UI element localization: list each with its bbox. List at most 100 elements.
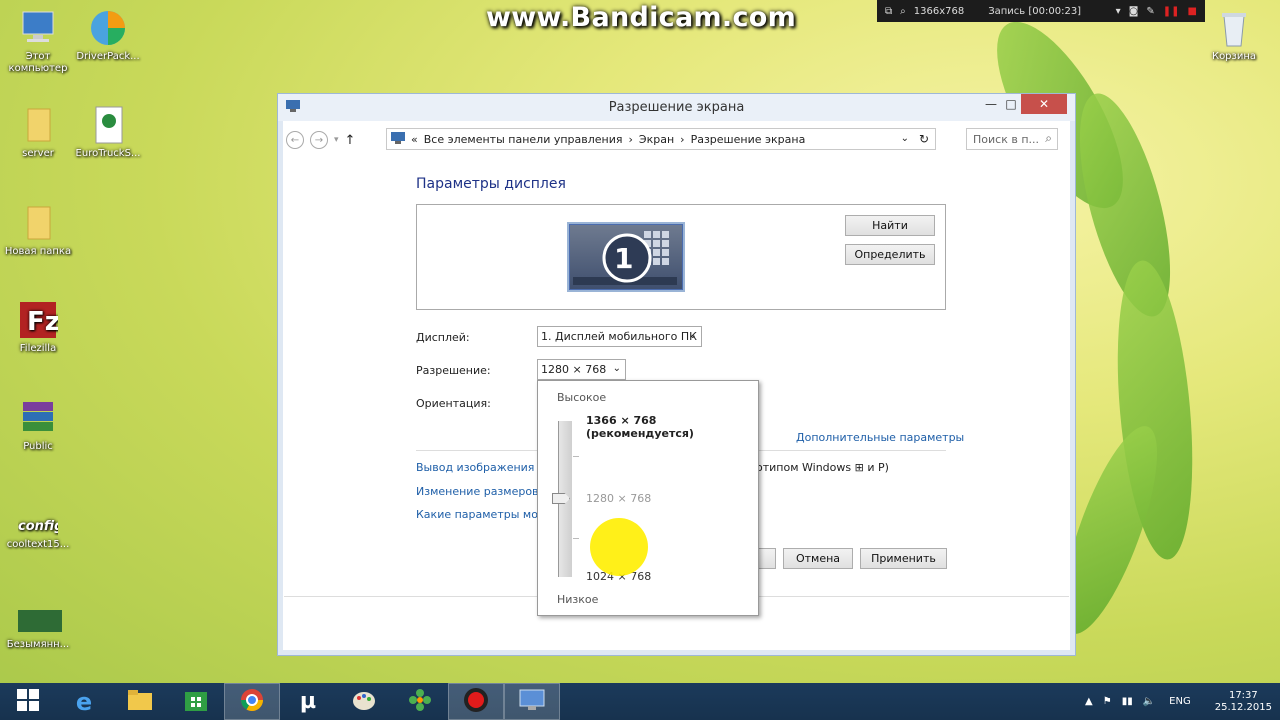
pencil-icon[interactable]: ✎ — [1146, 6, 1154, 17]
refresh-icon[interactable]: ↻ — [919, 132, 929, 146]
desktop-icon-public[interactable]: Public — [0, 398, 76, 453]
bandicam-recording-status: Запись [00:00:23] — [988, 5, 1082, 17]
clock[interactable]: 17:37 25.12.2015 — [1215, 690, 1272, 714]
record-icon — [463, 687, 489, 716]
minimize-button[interactable]: — — [981, 94, 1001, 114]
desktop-icon-this-pc[interactable]: Этот компьютер — [0, 8, 76, 75]
maximize-button[interactable]: □ — [1001, 94, 1021, 114]
taskbar-explorer[interactable] — [112, 683, 168, 720]
stop-icon[interactable]: ■ — [1188, 6, 1197, 17]
cancel-button[interactable]: Отмена — [783, 548, 853, 569]
display-preview: 1 Найти Определить — [416, 204, 946, 310]
svg-text:Fz: Fz — [27, 307, 58, 337]
control-panel-icon — [286, 100, 300, 116]
computer-icon — [18, 8, 58, 48]
icq-flower-icon — [408, 688, 432, 715]
camera-icon[interactable]: ◙ — [1129, 6, 1139, 17]
image-icon: config — [18, 510, 63, 536]
system-tray: ▲ ⚑ ▮▮ 🔈 ENG 17:37 25.12.2015 — [1085, 683, 1272, 720]
start-button[interactable] — [0, 683, 56, 720]
identify-button[interactable]: Определить — [845, 244, 935, 265]
chevron-down-icon[interactable]: ▾ — [1116, 6, 1121, 17]
display-label: Дисплей: — [416, 331, 470, 344]
back-arrow-icon[interactable]: ← — [286, 131, 304, 149]
volume-icon[interactable]: 🔈 — [1143, 696, 1155, 707]
forward-arrow-icon[interactable]: → — [310, 131, 328, 149]
breadcrumb-item[interactable]: Все элементы панели управления — [424, 133, 623, 146]
close-button[interactable]: ✕ — [1021, 94, 1067, 114]
filezilla-icon: Fz — [18, 300, 60, 340]
desktop-icon-eurotruck[interactable]: EuroTruckS... — [70, 105, 146, 160]
desktop-icon-recycle-bin[interactable]: Корзина — [1196, 8, 1272, 63]
network-icon[interactable]: ▮▮ — [1122, 696, 1133, 707]
resolution-dropdown: Высокое 1366 × 768 (рекомендуется) 1280 … — [537, 380, 759, 616]
breadcrumb-item[interactable]: Разрешение экрана — [691, 133, 806, 146]
chevron-down-icon: ⌄ — [688, 330, 697, 341]
recycle-bin-icon — [1214, 8, 1254, 48]
link-tail-text: отипом Windows ⊞ и P) — [756, 461, 889, 474]
language-indicator[interactable]: ENG — [1169, 696, 1191, 707]
taskbar-chrome[interactable] — [224, 683, 280, 720]
taskbar-control-panel[interactable] — [504, 683, 560, 720]
high-label: Высокое — [557, 391, 607, 404]
desktop-icon-untitled[interactable]: Безымянн... — [0, 608, 76, 651]
navigation-bar: ← → ▾ ↑ « Все элементы панели управления… — [286, 128, 1067, 152]
taskbar-ie[interactable]: e — [56, 683, 112, 720]
chevron-down-icon[interactable]: ⌄ — [901, 133, 909, 144]
find-button[interactable]: Найти — [845, 215, 935, 236]
image-icon — [18, 608, 62, 636]
ok-button[interactable] — [756, 548, 776, 569]
recent-dropdown-icon[interactable]: ▾ — [334, 135, 339, 145]
desktop-icon-new-folder[interactable]: Новая папка — [0, 203, 76, 258]
internet-explorer-icon: e — [75, 687, 93, 716]
taskbar-icq[interactable] — [392, 683, 448, 720]
breadcrumb-separator-icon[interactable]: › — [680, 133, 684, 146]
desktop-icon-filezilla[interactable]: Fz Filezilla — [0, 300, 76, 355]
desktop-icon-driverpack[interactable]: DriverPack... — [70, 8, 146, 63]
breadcrumb-separator-icon[interactable]: › — [629, 133, 633, 146]
display-select[interactable]: 1. Дисплей мобильного ПК ⌄ — [537, 326, 702, 347]
search-icon[interactable]: ⌕ — [1045, 131, 1052, 146]
resolution-label: Разрешение: — [416, 364, 491, 377]
taskbar-bandicam[interactable] — [448, 683, 504, 720]
low-label: Низкое — [557, 593, 599, 606]
torrent-file-icon — [88, 105, 128, 145]
action-center-icon[interactable]: ⚑ — [1103, 696, 1112, 707]
search-input[interactable]: Поиск в п... ⌕ — [966, 128, 1058, 150]
monitor-number: 1 — [614, 242, 634, 275]
taskbar-utorrent[interactable]: µ — [280, 683, 336, 720]
bandicam-resolution: 1366x768 — [913, 5, 965, 17]
chevron-down-icon: ⌄ — [612, 363, 621, 374]
desktop-icon-cooltext[interactable]: config cooltext15... — [0, 510, 76, 551]
resolution-option[interactable]: 1280 × 768 — [586, 492, 651, 505]
show-hidden-icons[interactable]: ▲ — [1085, 696, 1093, 707]
window-icon[interactable]: ⧉ — [885, 6, 892, 17]
taskbar: e µ ▲ ⚑ ▮▮ 🔈 ENG 17:37 25.12.2015 — [0, 683, 1280, 720]
pause-icon[interactable]: ❚❚ — [1163, 6, 1180, 17]
resolution-select[interactable]: 1280 × 768 ⌄ — [537, 359, 626, 380]
apply-button[interactable]: Применить — [860, 548, 947, 569]
advanced-settings-link[interactable]: Дополнительные параметры — [796, 431, 964, 444]
monitor-icon[interactable]: 1 — [567, 222, 685, 292]
resolution-option[interactable]: 1366 × 768 (рекомендуется) — [586, 414, 758, 440]
text-size-link[interactable]: Изменение размеров те — [416, 485, 555, 498]
breadcrumb-item[interactable]: Экран — [639, 133, 674, 146]
taskbar-store[interactable] — [168, 683, 224, 720]
cursor-highlight — [590, 518, 648, 576]
display-settings-link[interactable]: Какие параметры мони — [416, 508, 552, 521]
control-panel-icon — [519, 689, 545, 714]
address-bar[interactable]: « Все элементы панели управления › Экран… — [386, 128, 936, 150]
title-bar: Разрешение экрана — □ ✕ — [278, 94, 1075, 121]
svg-text:config: config — [18, 519, 58, 534]
driverpack-icon — [88, 8, 128, 48]
search-icon[interactable]: ⌕ — [900, 6, 906, 17]
folder-icon — [18, 105, 58, 145]
control-panel-icon — [391, 131, 405, 147]
desktop-icon-server[interactable]: server — [0, 105, 76, 160]
store-icon — [184, 688, 208, 715]
projector-link[interactable]: Вывод изображения на — [416, 461, 552, 474]
up-arrow-icon[interactable]: ↑ — [345, 133, 356, 148]
page-heading: Параметры дисплея — [416, 176, 566, 192]
taskbar-paint[interactable] — [336, 683, 392, 720]
folder-icon — [18, 203, 58, 243]
